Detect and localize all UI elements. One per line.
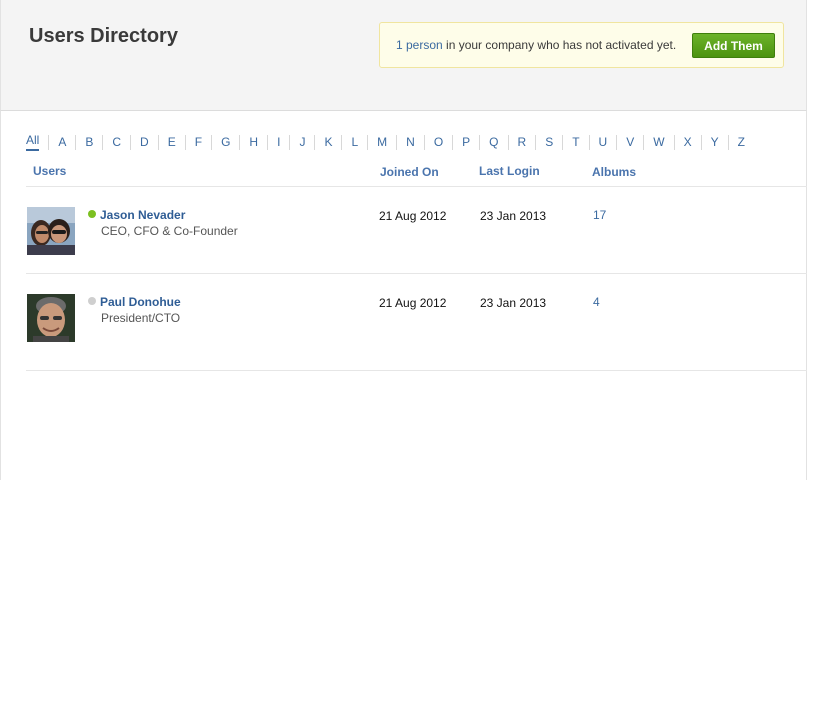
alphabet-separator [588,134,590,150]
albums-count-link[interactable]: 4 [593,295,600,309]
alphabet-filter-m[interactable]: M [377,134,387,150]
alphabet-separator [396,134,398,150]
alphabet-filter-all[interactable]: All [26,133,40,151]
alphabet-separator [130,134,132,150]
alphabet-separator [616,134,618,150]
alphabet-separator [75,134,77,150]
alphabet-filter-u[interactable]: U [599,134,608,150]
alphabet-separator [423,134,425,150]
alphabet-filter-s[interactable]: S [545,134,553,150]
avatar[interactable] [27,294,75,342]
alphabet-separator [727,134,729,150]
notice-message: in your company who has not activated ye… [442,38,677,52]
alphabet-separator [341,134,343,150]
avatar-paul-image [27,294,75,342]
alphabet-separator [289,134,291,150]
user-title: President/CTO [101,311,181,325]
column-header-last-login[interactable]: Last Login [479,164,540,178]
column-header-albums[interactable]: Albums [592,165,636,179]
alphabet-separator [562,134,564,150]
alphabet-separator [239,134,241,150]
alphabet-filter-v[interactable]: V [626,134,634,150]
avatar[interactable] [27,207,75,255]
alphabet-filter-o[interactable]: O [434,134,443,150]
alphabet-filter: All A B C D E F G H I J K L M N O P Q R S T U V W X Y Z [26,133,745,151]
alphabet-separator [535,134,537,150]
alphabet-filter-h[interactable]: H [249,134,258,150]
alphabet-separator [700,134,702,150]
pending-person-link[interactable]: 1 person [396,38,443,52]
status-offline-icon [88,297,96,305]
add-them-button[interactable]: Add Them [692,33,775,58]
alphabet-separator [102,134,104,150]
user-title: CEO, CFO & Co-Founder [101,224,238,238]
user-name-link[interactable]: Jason Nevader [100,208,185,222]
alphabet-separator [267,134,269,150]
alphabet-separator [157,134,159,150]
page-title: Users Directory [29,25,178,47]
alphabet-separator [367,134,369,150]
alphabet-filter-i[interactable]: I [277,134,280,150]
column-header-users[interactable]: Users [33,164,66,178]
avatar-jason-image [27,207,75,255]
alphabet-separator [184,134,186,150]
alphabet-filter-f[interactable]: F [195,134,202,150]
row-divider [26,370,807,371]
activation-notice: 1 person in your company who has not act… [379,22,784,68]
last-login-date: 23 Jan 2013 [480,296,547,310]
alphabet-filter-t[interactable]: T [572,134,579,150]
alphabet-separator [314,134,316,150]
alphabet-filter-b[interactable]: B [85,134,93,150]
alphabet-filter-q[interactable]: Q [489,134,498,150]
alphabet-separator [48,134,50,150]
header-divider [26,186,807,187]
joined-date: 21 Aug 2012 [379,209,447,223]
alphabet-filter-r[interactable]: R [518,134,527,150]
alphabet-filter-c[interactable]: C [112,134,121,150]
alphabet-filter-x[interactable]: X [684,134,692,150]
alphabet-filter-y[interactable]: Y [711,134,719,150]
alphabet-separator [643,134,645,150]
alphabet-separator [673,134,675,150]
alphabet-filter-w[interactable]: W [653,134,664,150]
alphabet-filter-n[interactable]: N [406,134,415,150]
page-header: Users Directory 1 person in your company… [0,0,807,111]
alphabet-separator [452,134,454,150]
notice-text: 1 person in your company who has not act… [396,38,676,52]
joined-date: 21 Aug 2012 [379,296,447,310]
alphabet-filter-z[interactable]: Z [738,134,745,150]
alphabet-separator [507,134,509,150]
albums-count-link[interactable]: 17 [593,208,606,222]
alphabet-filter-a[interactable]: A [58,134,66,150]
alphabet-filter-j[interactable]: J [299,134,305,150]
row-divider [26,273,807,274]
user-name-link[interactable]: Paul Donohue [100,295,181,309]
column-header-joined-on[interactable]: Joined On [380,165,439,179]
alphabet-filter-e[interactable]: E [168,134,176,150]
alphabet-filter-p[interactable]: P [462,134,470,150]
alphabet-filter-l[interactable]: L [351,134,358,150]
alphabet-filter-d[interactable]: D [140,134,149,150]
alphabet-separator [211,134,213,150]
alphabet-separator [479,134,481,150]
alphabet-filter-g[interactable]: G [221,134,230,150]
last-login-date: 23 Jan 2013 [480,209,547,223]
status-online-icon [88,210,96,218]
alphabet-filter-k[interactable]: K [324,134,332,150]
